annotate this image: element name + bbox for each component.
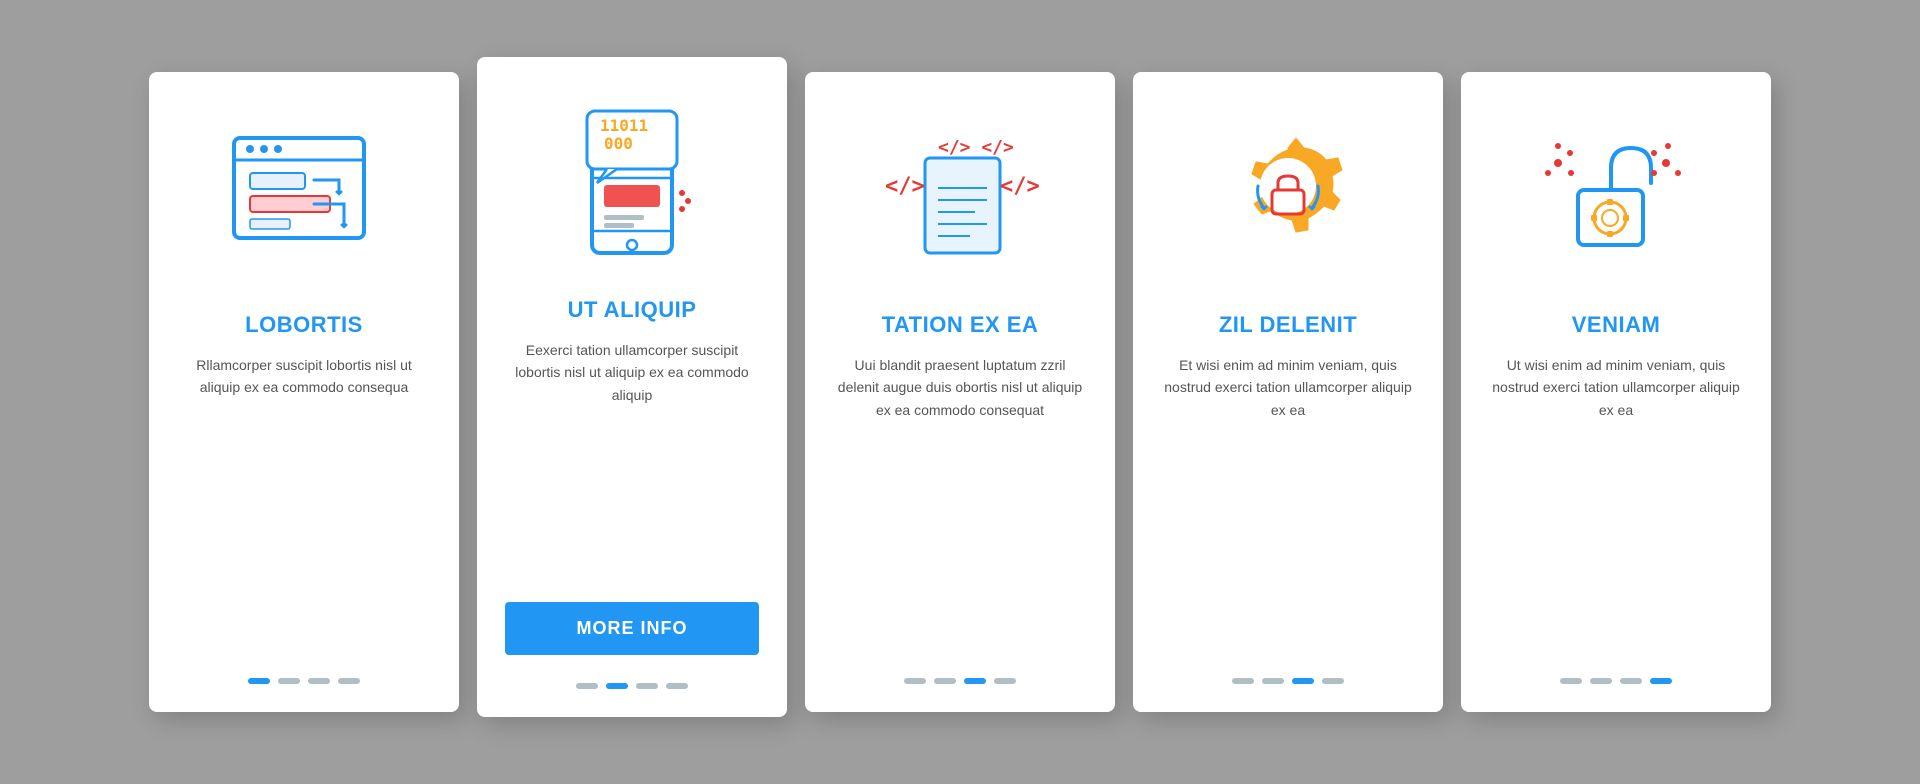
dot-2 xyxy=(1262,678,1284,684)
dots-tation-ex-ea xyxy=(904,678,1016,684)
mobile-binary-icon: 11011 000 xyxy=(552,103,712,263)
card-title-zil-delenit: ZIL DELENIT xyxy=(1219,312,1357,338)
dot-3 xyxy=(964,678,986,684)
card-body-ut-aliquip: Eexerci tation ullamcorper suscipit lobo… xyxy=(505,339,759,582)
dots-veniam xyxy=(1560,678,1672,684)
dot-3 xyxy=(636,683,658,689)
dots-lobortis xyxy=(248,678,360,684)
dot-2 xyxy=(1590,678,1612,684)
dot-1 xyxy=(1232,678,1254,684)
dot-3 xyxy=(308,678,330,684)
card-zil-delenit: ZIL DELENIT Et wisi enim ad minim veniam… xyxy=(1133,72,1443,712)
card-title-ut-aliquip: UT ALIQUIP xyxy=(568,297,697,323)
lock-gear-icon xyxy=(1536,118,1696,278)
dot-1 xyxy=(904,678,926,684)
dot-3 xyxy=(1292,678,1314,684)
dot-4 xyxy=(338,678,360,684)
code-document-icon: </> </> </> </> xyxy=(880,118,1040,278)
dot-4 xyxy=(666,683,688,689)
dot-4 xyxy=(994,678,1016,684)
dot-4 xyxy=(1650,678,1672,684)
card-body-zil-delenit: Et wisi enim ad minim veniam, quis nostr… xyxy=(1161,354,1415,650)
gear-security-icon xyxy=(1208,118,1368,278)
icon-area-tation-ex-ea: </> </> </> </> xyxy=(870,108,1050,288)
card-lobortis: LOBORTIS Rllamcorper suscipit lobortis n… xyxy=(149,72,459,712)
svg-text:11011: 11011 xyxy=(600,116,648,135)
dot-1 xyxy=(576,683,598,689)
svg-text:</>: </> xyxy=(1000,174,1040,199)
dot-3 xyxy=(1620,678,1642,684)
svg-text:000: 000 xyxy=(604,134,633,153)
svg-text:</> </>: </> </> xyxy=(938,137,1014,158)
web-ui-icon xyxy=(224,118,384,278)
svg-text:</>: </> xyxy=(885,174,925,199)
card-body-lobortis: Rllamcorper suscipit lobortis nisl ut al… xyxy=(177,354,431,650)
icon-area-zil-delenit xyxy=(1198,108,1378,288)
dots-ut-aliquip xyxy=(576,683,688,689)
card-title-veniam: VENIAM xyxy=(1572,312,1661,338)
card-title-lobortis: LOBORTIS xyxy=(245,312,363,338)
dot-2 xyxy=(278,678,300,684)
dots-zil-delenit xyxy=(1232,678,1344,684)
dot-4 xyxy=(1322,678,1344,684)
card-ut-aliquip: 11011 000 UT ALIQUIP Eexerci tation ulla… xyxy=(477,57,787,717)
icon-area-veniam xyxy=(1526,108,1706,288)
card-tation-ex-ea: </> </> </> </> TATION EX EA Uui blandit… xyxy=(805,72,1115,712)
card-body-tation-ex-ea: Uui blandit praesent luptatum zzril dele… xyxy=(833,354,1087,650)
card-body-veniam: Ut wisi enim ad minim veniam, quis nostr… xyxy=(1489,354,1743,650)
icon-area-lobortis xyxy=(214,108,394,288)
dot-1 xyxy=(1560,678,1582,684)
icon-area-ut-aliquip: 11011 000 xyxy=(542,93,722,273)
cards-container: LOBORTIS Rllamcorper suscipit lobortis n… xyxy=(89,27,1831,757)
more-info-button[interactable]: MORE INFO xyxy=(505,602,759,655)
dot-1 xyxy=(248,678,270,684)
card-veniam: VENIAM Ut wisi enim ad minim veniam, qui… xyxy=(1461,72,1771,712)
dot-2 xyxy=(606,683,628,689)
dot-2 xyxy=(934,678,956,684)
card-title-tation-ex-ea: TATION EX EA xyxy=(882,312,1039,338)
